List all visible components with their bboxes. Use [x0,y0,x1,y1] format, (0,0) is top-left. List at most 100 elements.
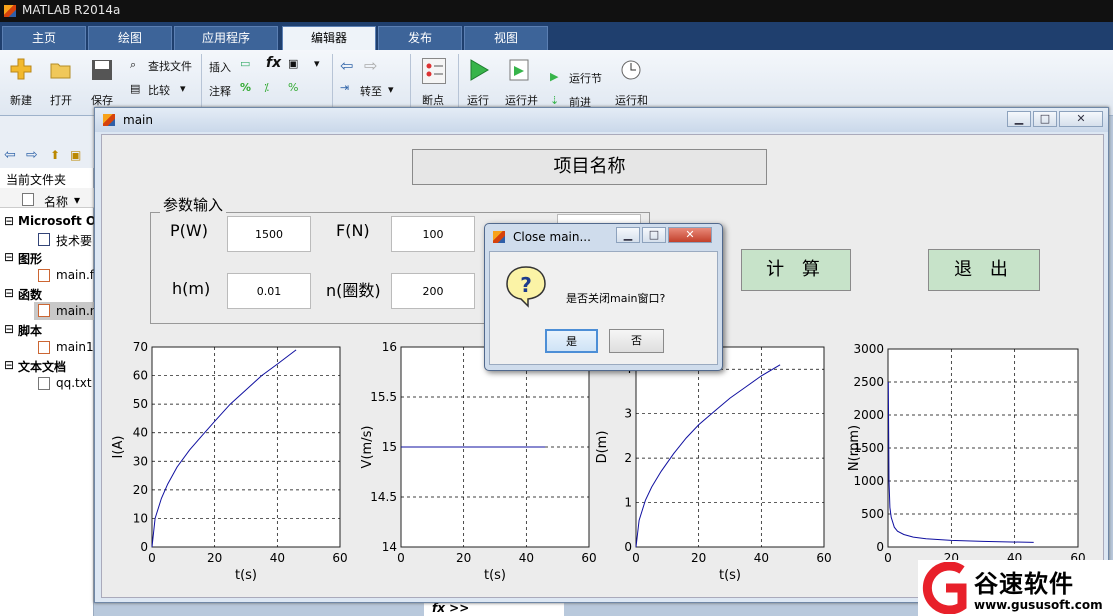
x-tick-label: 0 [884,551,892,565]
file-item-fig[interactable]: main.f [56,268,94,282]
file-item-qq[interactable]: qq.txt [56,376,92,390]
group-text-docs[interactable]: 文本文档 [18,358,66,375]
function-icon[interactable]: ▣ [288,57,298,70]
goto-icon[interactable]: ⇥ [340,81,349,94]
dialog-message: 是否关闭main窗口? [566,292,666,305]
run-button[interactable]: 运行 [467,92,489,108]
collapse-icon[interactable]: ⊟ [4,250,14,264]
run-section-icon[interactable]: ▶ [550,70,558,83]
dialog-minimize-button[interactable]: ▁ [616,227,640,243]
matlab-logo-icon [4,5,16,17]
breakpoints-button[interactable]: 断点 [422,92,444,108]
x-tick-label: 40 [754,551,769,565]
group-scripts[interactable]: 脚本 [18,322,42,339]
x-tick-label: 20 [207,551,222,565]
save-button[interactable]: 保存 [91,92,113,108]
forward-arrow-icon[interactable]: ⇨ [26,147,38,163]
chevron-down-icon[interactable]: ▾ [74,193,80,207]
file-item-doc[interactable]: 技术要 [56,232,92,249]
chart-2: 020406001234t(s)D(m) [595,346,832,583]
run-and-time-icon[interactable] [620,58,642,80]
collapse-icon[interactable]: ⊟ [4,286,14,300]
matlab-logo-icon [493,231,505,243]
chevron-down-icon[interactable]: ▾ [180,82,186,95]
y-tick-label: 70 [133,340,148,354]
dialog-close-button[interactable]: ✕ [668,227,712,243]
find-files-icon[interactable]: ⌕ [130,58,136,72]
tab-home[interactable]: 主页 [2,26,86,50]
comment-button[interactable]: 注释 [209,83,231,99]
run-advance-button[interactable]: 运行并 [505,92,538,108]
run-advance-icon[interactable] [508,58,530,81]
file-item-main-m[interactable]: main.n [56,304,97,318]
x-tick-label: 0 [148,551,156,565]
y-tick-label: 1000 [853,474,884,488]
tab-editor[interactable]: 编辑器 [282,26,376,50]
close-button[interactable]: ✕ [1059,111,1103,127]
collapse-icon[interactable]: ⊟ [4,214,14,228]
open-button[interactable]: 打开 [50,92,72,108]
minimize-button[interactable]: ▁ [1007,111,1031,127]
name-column-header[interactable]: 名称 [44,193,68,210]
app-title: MATLAB R2014a [22,3,121,17]
x-axis-label: t(s) [719,568,741,583]
yes-button[interactable]: 是 [545,329,598,353]
x-tick-label: 40 [519,551,534,565]
y-tick-label: 1 [624,496,632,510]
collapse-icon[interactable]: ⊟ [4,358,14,372]
y-tick-label: 40 [133,426,148,440]
collapse-icon[interactable]: ⊟ [4,322,14,336]
fx-icon[interactable]: fx [266,55,281,71]
chevron-down-icon[interactable]: ▾ [388,83,394,96]
no-button[interactable]: 否 [609,329,664,353]
insert-section-icon[interactable]: ▭ [240,57,250,70]
comment-percent-icon[interactable]: % [240,81,251,94]
group-microsoft[interactable]: Microsoft O [18,214,96,228]
run-icon[interactable] [468,58,490,81]
browse-folder-icon[interactable]: ▣ [70,148,81,162]
forward-arrow-icon[interactable]: ⇨ [364,56,377,75]
run-section-button[interactable]: 运行节 [569,70,602,86]
chart-0: 0 20 40 60 0 10 20 30 40 50 60 70 t(s) I(A) [111,340,348,583]
maximize-button[interactable]: □ [1033,111,1057,127]
dialog-maximize-button[interactable]: □ [642,227,666,243]
txt-file-icon [38,377,50,390]
find-files-button[interactable]: 查找文件 [148,58,192,74]
x-axis-label: t(s) [235,568,257,583]
group-figures[interactable]: 图形 [18,250,42,267]
open-folder-icon[interactable] [50,60,72,80]
file-item-main1[interactable]: main1 [56,340,94,354]
dialog-title: Close main... [513,230,591,244]
matlab-logo-icon [103,114,115,126]
tab-view[interactable]: 视图 [464,26,548,50]
wrap-comments-icon[interactable]: % [288,81,298,94]
compare-button[interactable]: 比较 [148,82,170,98]
uncomment-icon[interactable]: ⁒ [264,81,269,94]
back-arrow-icon[interactable]: ⇦ [4,147,16,163]
goto-button[interactable]: 转至 [360,83,382,99]
svg-text:?: ? [520,273,532,297]
chevron-down-icon[interactable]: ▾ [314,57,320,70]
advance-icon[interactable]: ⇣ [550,94,559,107]
new-button[interactable]: 新建 [10,92,32,108]
compare-icon[interactable]: ▤ [130,82,140,95]
tab-apps[interactable]: 应用程序 [174,26,278,50]
save-icon[interactable] [91,59,113,80]
back-arrow-icon[interactable]: ⇦ [340,56,353,75]
tab-publish[interactable]: 发布 [378,26,462,50]
group-functions[interactable]: 函数 [18,286,42,303]
x-tick-label: 60 [581,551,596,565]
x-tick-label: 60 [332,551,347,565]
y-axis-label: D(m) [595,431,610,464]
up-folder-icon[interactable]: ⬆ [50,148,60,162]
insert-button[interactable]: 插入 [209,59,231,75]
new-icon[interactable] [10,58,32,80]
run-and-time-button[interactable]: 运行和 [615,92,648,108]
y-tick-label: 0 [140,540,148,554]
ribbon-divider [458,54,459,110]
breakpoints-icon[interactable] [422,58,446,84]
y-tick-label: 16 [382,340,397,354]
chart-3: 0204060050010001500200025003000t(s)N(rpm… [847,342,1086,583]
tab-plots[interactable]: 绘图 [88,26,172,50]
y-tick-label: 14 [382,540,397,554]
